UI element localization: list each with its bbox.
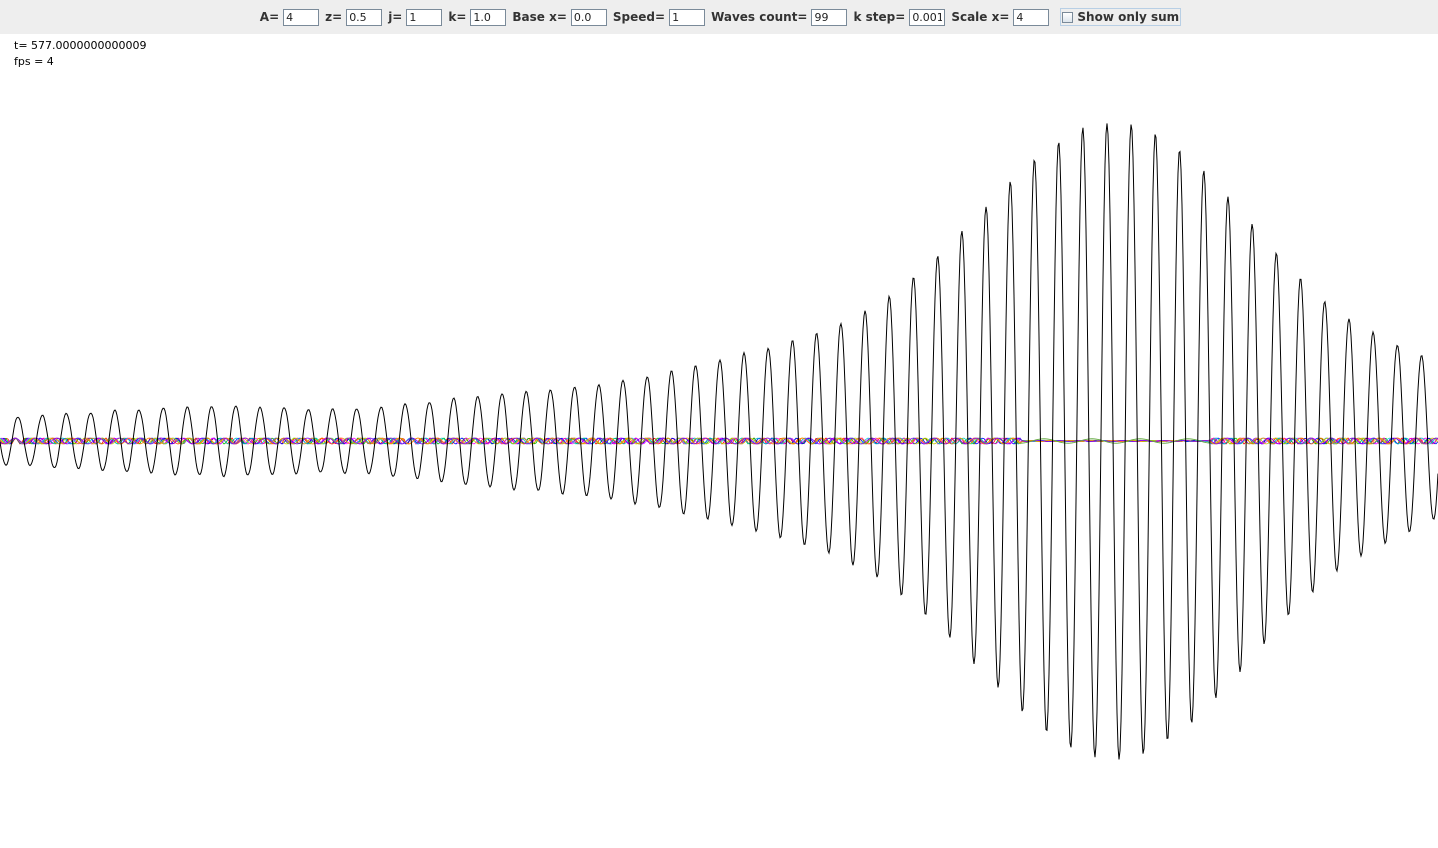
- j-label: j=: [388, 10, 403, 24]
- z-field: z=: [325, 8, 383, 26]
- waves-count-label: Waves count=: [711, 10, 808, 24]
- z-label: z=: [325, 10, 343, 24]
- speed-field: Speed=: [612, 8, 706, 26]
- base-x-field: Base x=: [512, 8, 607, 26]
- k-field: k=: [448, 8, 507, 26]
- show-only-sum-checkbox[interactable]: Show only sum: [1060, 8, 1182, 26]
- scale-x-field: Scale x=: [951, 8, 1050, 26]
- control-toolbar: A= z= j= k= Base x= Speed= Waves count= …: [0, 0, 1438, 34]
- checkbox-box[interactable]: [1062, 11, 1074, 23]
- base-x-input[interactable]: [570, 8, 607, 26]
- wave-canvas: [0, 123, 1438, 760]
- j-input[interactable]: [406, 8, 443, 26]
- k-label: k=: [448, 10, 467, 24]
- waves-count-input[interactable]: [811, 8, 848, 26]
- k-step-field: k step=: [853, 8, 946, 26]
- a-field: A=: [259, 8, 320, 26]
- waves-count-field: Waves count=: [711, 8, 848, 26]
- scale-x-label: Scale x=: [951, 10, 1010, 24]
- base-x-label: Base x=: [512, 10, 567, 24]
- scale-x-input[interactable]: [1013, 8, 1050, 26]
- show-only-sum-label: Show only sum: [1077, 10, 1180, 24]
- k-step-input[interactable]: [909, 8, 946, 26]
- z-input[interactable]: [346, 8, 383, 26]
- speed-label: Speed=: [612, 10, 666, 24]
- k-input[interactable]: [470, 8, 507, 26]
- a-input[interactable]: [283, 8, 320, 26]
- k-step-label: k step=: [853, 10, 906, 24]
- a-label: A=: [259, 10, 280, 24]
- j-field: j=: [388, 8, 443, 26]
- speed-input[interactable]: [669, 8, 706, 26]
